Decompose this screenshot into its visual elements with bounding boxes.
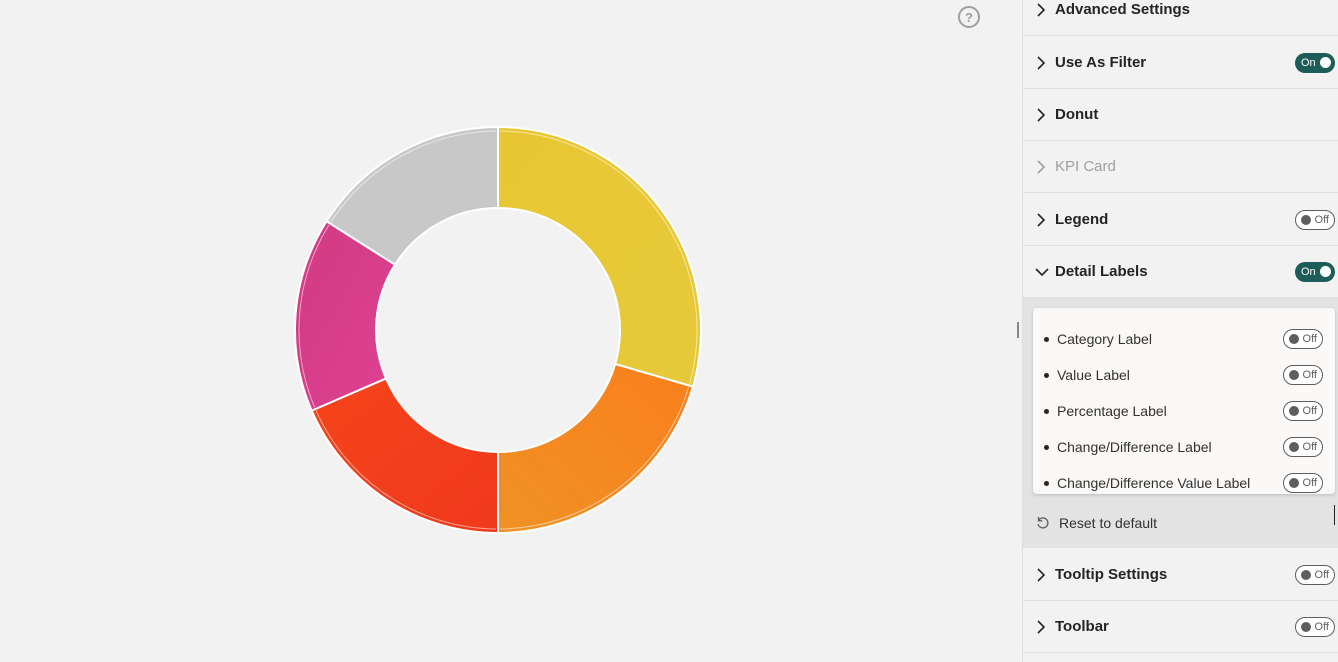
category-label-row: Category Label Off [1033, 321, 1335, 357]
chevron-right-icon [1037, 212, 1046, 227]
section-title: Use As Filter [1055, 54, 1147, 71]
section-toolbar[interactable]: Toolbar Off [1023, 601, 1338, 653]
change-difference-value-label-toggle[interactable]: Off [1283, 473, 1323, 493]
donut-chart [294, 125, 702, 535]
section-kpi-card: KPI Card [1023, 141, 1338, 193]
sub-label: Change/Difference Value Label [1057, 475, 1251, 491]
tooltip-settings-toggle[interactable]: Off [1295, 564, 1335, 585]
use-as-filter-toggle[interactable]: On [1295, 52, 1335, 73]
detail-labels-toggle[interactable]: On [1295, 261, 1335, 282]
toggle-text: On [1301, 265, 1316, 278]
legend-toggle[interactable]: Off [1295, 209, 1335, 230]
toggle-text: Off [1302, 369, 1317, 381]
percentage-label-row: Percentage Label Off [1033, 393, 1335, 429]
percentage-label-toggle[interactable]: Off [1283, 401, 1323, 421]
toggle-text: Off [1302, 405, 1317, 417]
chevron-right-icon [1037, 55, 1046, 70]
toggle-knob [1289, 406, 1299, 416]
report-canvas: ? [0, 0, 1020, 662]
change-difference-value-label-row: Change/Difference Value Label Off [1033, 465, 1335, 501]
toggle-knob [1289, 442, 1299, 452]
toggle-knob [1320, 266, 1331, 277]
toggle-text: Off [1302, 477, 1317, 489]
sub-label: Percentage Label [1057, 403, 1167, 419]
toggle-knob [1301, 214, 1311, 225]
reset-to-default-button[interactable]: Reset to default [1035, 512, 1157, 534]
toggle-text: Off [1314, 213, 1329, 226]
toggle-knob [1289, 370, 1299, 380]
resize-handle[interactable] [1017, 322, 1019, 338]
chevron-right-icon [1037, 567, 1046, 582]
donut-slice-0[interactable] [497, 125, 702, 388]
section-title: Donut [1055, 106, 1099, 123]
bullet [1044, 336, 1049, 342]
question-circle-icon[interactable]: ? [958, 6, 980, 28]
section-use-as-filter[interactable]: Use As Filter On [1023, 37, 1338, 89]
toggle-knob [1289, 478, 1299, 488]
donut-slice-1[interactable] [497, 362, 695, 535]
chevron-right-icon [1037, 2, 1046, 17]
section-legend[interactable]: Legend Off [1023, 194, 1338, 246]
toggle-text: On [1301, 56, 1316, 69]
chevron-down-icon [1035, 267, 1049, 276]
bullet [1044, 372, 1049, 378]
chevron-right-icon [1037, 159, 1046, 174]
section-title: Detail Labels [1055, 263, 1148, 280]
sub-label: Value Label [1057, 367, 1130, 383]
bullet [1044, 480, 1049, 486]
section-title: Legend [1055, 211, 1109, 228]
change-difference-label-row: Change/Difference Label Off [1033, 429, 1335, 465]
section-advanced-settings[interactable]: Advanced Settings [1023, 0, 1338, 36]
value-label-toggle[interactable]: Off [1283, 365, 1323, 385]
section-title: KPI Card [1055, 158, 1116, 175]
detail-labels-card: Category Label Off Value Label Off Perce… [1033, 308, 1335, 494]
donut-slice-2[interactable] [310, 377, 499, 535]
toggle-text: Off [1314, 620, 1329, 633]
bullet [1044, 408, 1049, 414]
toggle-text: Off [1314, 568, 1329, 581]
toggle-knob [1289, 334, 1299, 344]
change-difference-label-toggle[interactable]: Off [1283, 437, 1323, 457]
section-title: Advanced Settings [1055, 1, 1191, 18]
section-detail-labels[interactable]: Detail Labels On [1023, 246, 1338, 298]
format-pane: Advanced Settings Use As Filter On Donut… [1022, 0, 1338, 662]
section-title: Tooltip Settings [1055, 566, 1168, 583]
toggle-text: Off [1302, 333, 1317, 345]
category-label-toggle[interactable]: Off [1283, 329, 1323, 349]
bullet [1044, 444, 1049, 450]
chevron-right-icon [1037, 619, 1046, 634]
chevron-right-icon [1037, 107, 1046, 122]
value-label-row: Value Label Off [1033, 357, 1335, 393]
reset-label: Reset to default [1059, 515, 1158, 531]
sub-label: Category Label [1057, 331, 1152, 347]
sub-label: Change/Difference Label [1057, 439, 1212, 455]
toggle-knob [1301, 569, 1311, 580]
toolbar-toggle[interactable]: Off [1295, 616, 1335, 637]
section-tooltip-settings[interactable]: Tooltip Settings Off [1023, 549, 1338, 601]
toggle-knob [1320, 57, 1331, 68]
section-title: Toolbar [1055, 618, 1109, 635]
toggle-knob [1301, 621, 1311, 632]
section-donut[interactable]: Donut [1023, 89, 1338, 141]
toggle-text: Off [1302, 441, 1317, 453]
detail-labels-content: Category Label Off Value Label Off Perce… [1023, 298, 1338, 548]
undo-icon [1037, 517, 1049, 529]
text-cursor [1334, 505, 1337, 525]
